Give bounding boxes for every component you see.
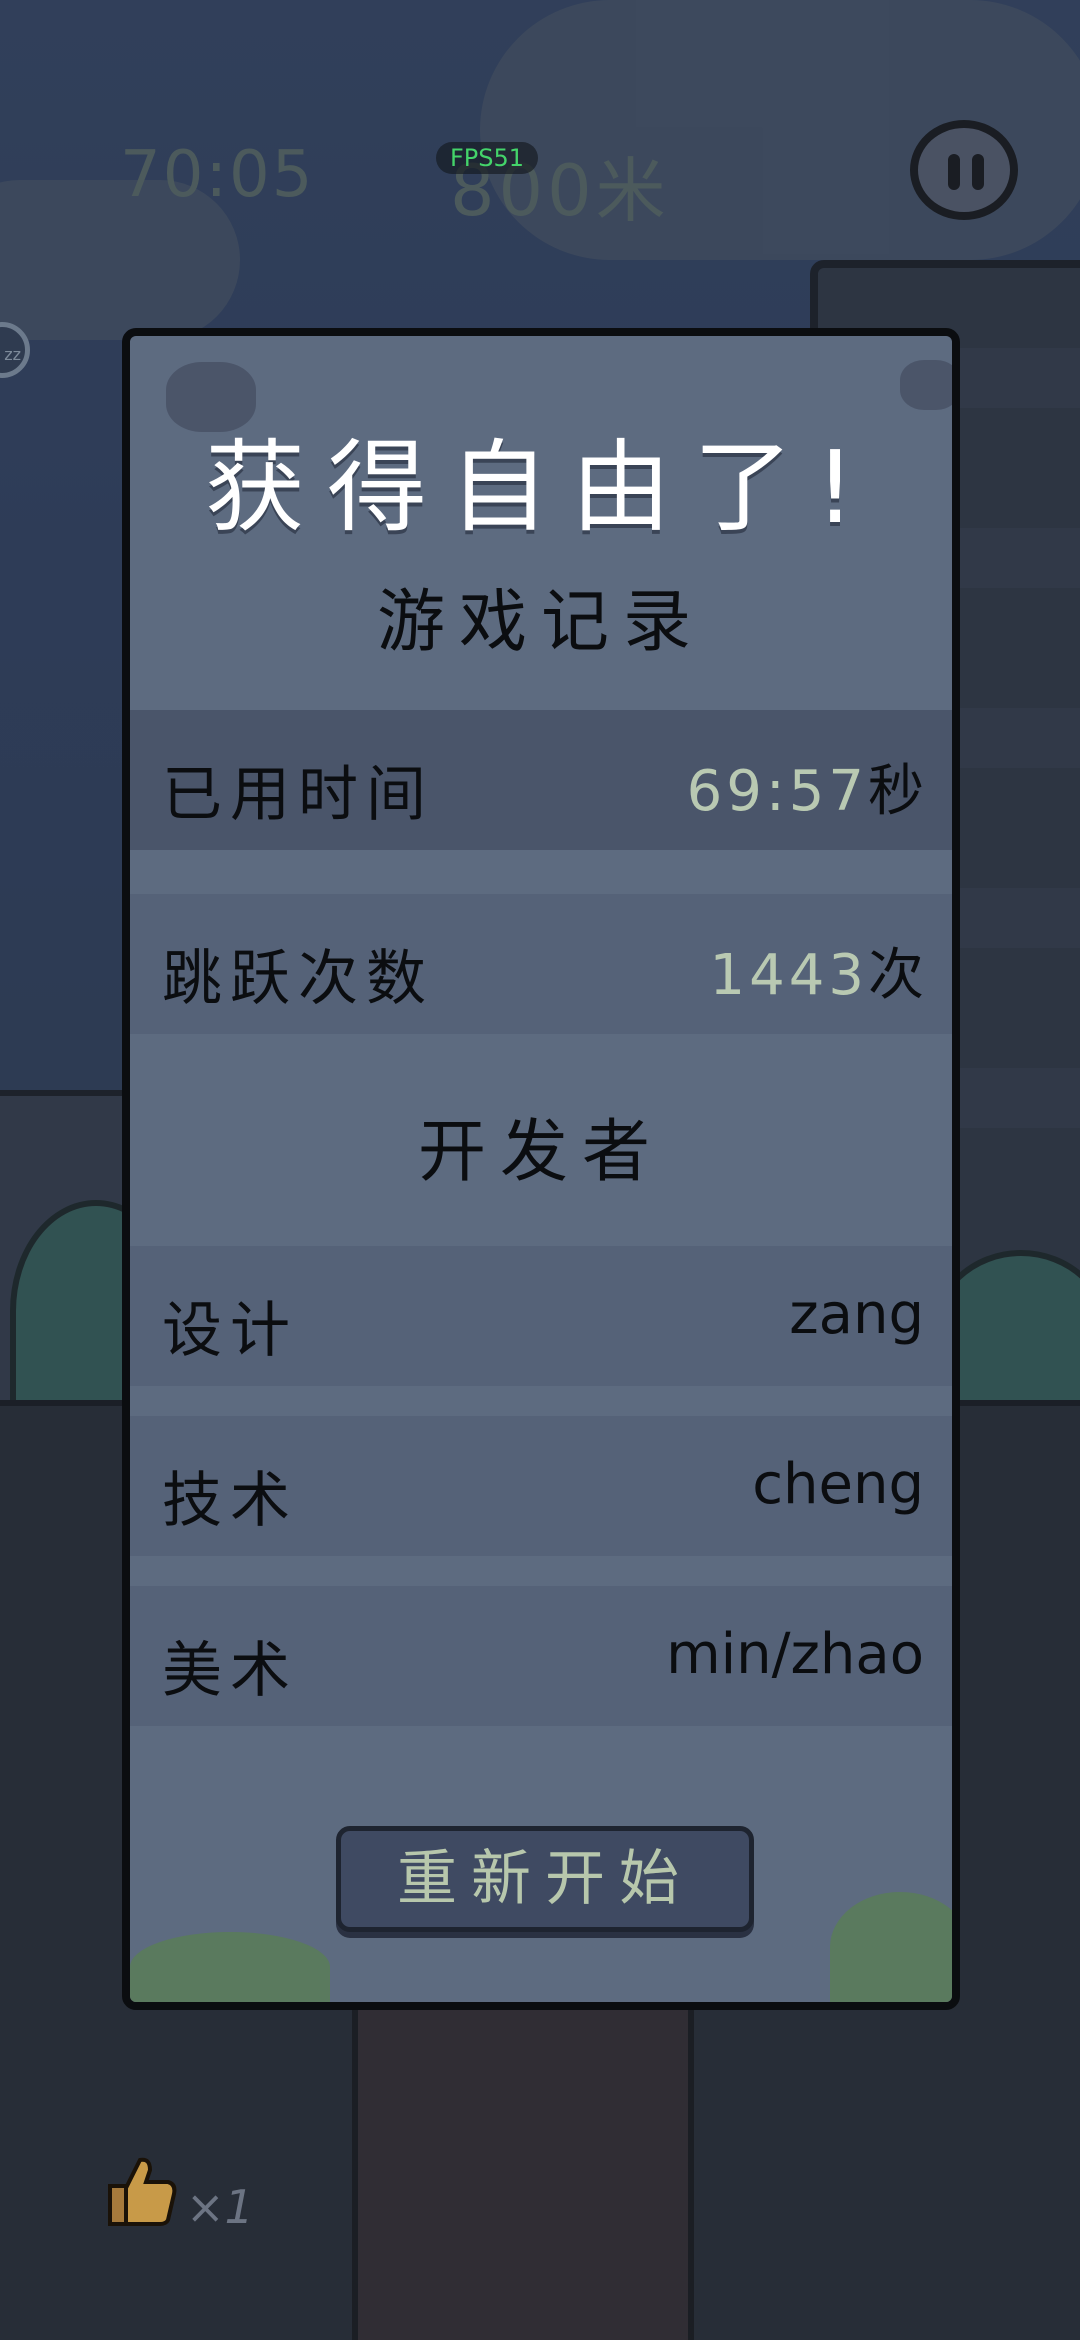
- elapsed-time-value-group: 69:57秒: [687, 746, 924, 827]
- record-section-title: 游戏记录: [376, 583, 705, 662]
- pause-button[interactable]: [910, 120, 1018, 220]
- fps-counter: FPS51: [436, 142, 539, 174]
- game-screen: 70:05 800米 FPS51 zz ×1 获得自由了! 游戏记录 已用时间 …: [0, 0, 1080, 2340]
- credit-name: zang: [789, 1282, 924, 1347]
- dialog-title: 获得自由了!: [204, 429, 878, 546]
- elapsed-time-label: 已用时间: [162, 760, 434, 830]
- like-count: ×1: [186, 2180, 254, 2234]
- elapsed-time-unit: 秒: [868, 759, 924, 824]
- credit-row: 技术 cheng: [130, 1416, 952, 1556]
- credit-role: 设计: [162, 1296, 298, 1366]
- credit-row: 设计 zang: [130, 1246, 952, 1386]
- game-over-dialog: 获得自由了! 游戏记录 已用时间 69:57秒 跳跃次数 1443次 开发者 设…: [122, 328, 960, 2010]
- decoration: [900, 360, 952, 410]
- jumps-label: 跳跃次数: [162, 944, 434, 1014]
- elapsed-time-row: 已用时间 69:57秒: [130, 710, 952, 850]
- jumps-value: 1443: [709, 943, 868, 1008]
- credit-role: 美术: [162, 1636, 298, 1706]
- jumps-row: 跳跃次数 1443次: [130, 894, 952, 1034]
- credit-role: 技术: [162, 1466, 298, 1536]
- elapsed-time-value: 69:57: [686, 759, 868, 824]
- thumbs-up-icon: [108, 2157, 177, 2226]
- restart-button[interactable]: 重新开始: [336, 1826, 754, 1932]
- developers-section-title: 开发者: [417, 1113, 664, 1192]
- credit-name: cheng: [752, 1452, 924, 1517]
- hud-time: 70:05: [120, 138, 315, 212]
- jumps-unit: 次: [868, 943, 924, 1008]
- credit-name: min/zhao: [666, 1622, 924, 1687]
- grass-decoration: [830, 1892, 952, 2002]
- jumps-value-group: 1443次: [709, 930, 924, 1011]
- grass-decoration: [130, 1932, 330, 2002]
- credit-row: 美术 min/zhao: [130, 1586, 952, 1726]
